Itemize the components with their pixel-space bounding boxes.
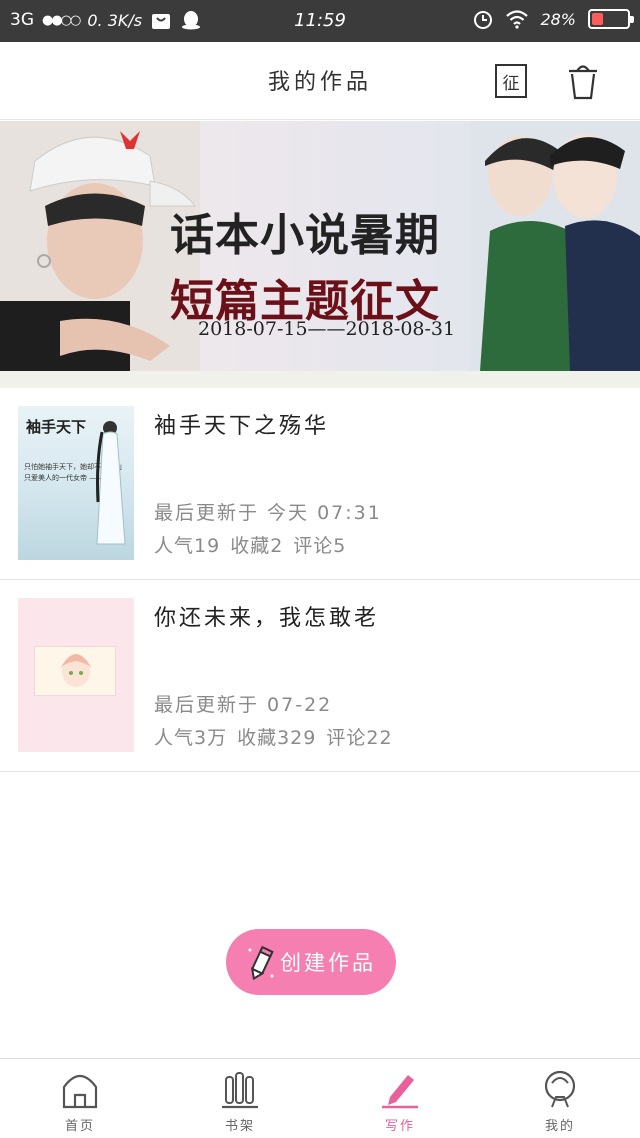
banner-dates: 2018-07-15——2018-08-31 xyxy=(198,318,456,340)
cover-figure xyxy=(96,421,126,545)
app-header: 我的作品 征 xyxy=(0,42,640,120)
trash-icon[interactable] xyxy=(566,62,600,100)
banner-divider xyxy=(0,371,640,388)
contest-banner[interactable]: 话本小说暑期 短篇主题征文 2018-07-15——2018-08-31 xyxy=(0,121,640,371)
status-bar: 3G ●●○○ 0. 3K/s 11:59 28% xyxy=(0,0,640,42)
profile-icon xyxy=(544,1070,576,1108)
battery-percent: 28% xyxy=(540,9,576,29)
work-cover: 袖手天下 只怕她袖手天下，她却不爱江山只爱美人的一代女帝 ——殇华 xyxy=(18,406,134,560)
pencil-icon xyxy=(248,945,274,981)
work-comments: 评论5 xyxy=(293,535,347,557)
nav-bookshelf-label: 书架 xyxy=(224,1119,255,1134)
nav-home-label: 首页 xyxy=(64,1119,95,1134)
home-icon xyxy=(62,1074,98,1109)
work-favorites: 收藏2 xyxy=(230,535,284,557)
work-item[interactable]: 袖手天下 只怕她袖手天下，她却不爱江山只爱美人的一代女帝 ——殇华 袖手天下之殇… xyxy=(0,388,640,580)
create-work-label: 创建作品 xyxy=(280,951,376,975)
work-title: 你还未来，我怎敢老 xyxy=(154,606,380,631)
nav-write-label: 写作 xyxy=(384,1119,415,1134)
banner-headline: 话本小说暑期 短篇主题征文 xyxy=(170,199,490,329)
nav-profile[interactable]: 我的 xyxy=(480,1059,640,1138)
work-updated: 最后更新于 今天 07:31 xyxy=(154,502,382,524)
bottom-nav: 首页 书架 写作 我的 xyxy=(0,1058,640,1138)
pen-icon xyxy=(382,1075,418,1109)
page-title: 我的作品 xyxy=(267,70,372,95)
alarm-icon xyxy=(474,11,493,29)
wifi-icon xyxy=(506,10,529,29)
contest-button[interactable]: 征 xyxy=(495,64,527,98)
cover-illustration xyxy=(34,646,116,696)
nav-bookshelf[interactable]: 书架 xyxy=(160,1059,320,1138)
banner-title-line1: 话本小说暑期 xyxy=(170,210,440,261)
work-stats: 人气3万 收藏329 评论22 xyxy=(154,723,403,750)
work-cover xyxy=(18,598,134,752)
create-work-button[interactable]: 创建作品 xyxy=(226,929,396,995)
work-popularity: 人气19 xyxy=(154,535,221,557)
work-stats: 人气19 收藏2 评论5 xyxy=(154,531,356,558)
work-title: 袖手天下之殇华 xyxy=(154,414,330,439)
work-favorites: 收藏329 xyxy=(237,727,317,749)
banner-illustration-right xyxy=(470,121,640,371)
work-updated: 最后更新于 07-22 xyxy=(154,694,333,716)
battery-icon xyxy=(588,9,634,29)
nav-profile-label: 我的 xyxy=(544,1119,575,1134)
work-popularity: 人气3万 xyxy=(154,727,228,749)
bookshelf-icon xyxy=(222,1072,258,1109)
cover-title: 袖手天下 xyxy=(26,418,87,436)
work-comments: 评论22 xyxy=(326,727,393,749)
nav-write[interactable]: 写作 xyxy=(320,1059,480,1138)
work-item[interactable]: 你还未来，我怎敢老 最后更新于 07-22 人气3万 收藏329 评论22 xyxy=(0,580,640,772)
cover-figure xyxy=(60,654,92,687)
nav-home[interactable]: 首页 xyxy=(0,1059,160,1138)
